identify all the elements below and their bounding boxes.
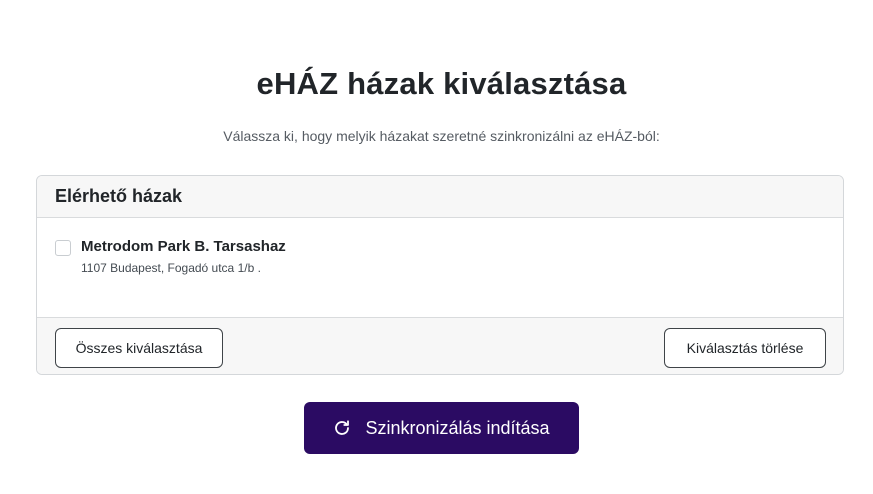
page: eHÁZ házak kiválasztása Válassza ki, hog…	[0, 0, 873, 494]
house-checkbox[interactable]	[55, 240, 71, 256]
select-all-button[interactable]: Összes kiválasztása	[55, 328, 223, 368]
house-text: Metrodom Park B. Tarsashaz 1107 Budapest…	[81, 238, 286, 275]
card-footer: Összes kiválasztása Kiválasztás törlése	[37, 318, 843, 374]
clear-selection-button[interactable]: Kiválasztás törlése	[664, 328, 826, 368]
house-item[interactable]: Metrodom Park B. Tarsashaz 1107 Budapest…	[55, 238, 286, 275]
refresh-icon	[333, 419, 351, 437]
house-name: Metrodom Park B. Tarsashaz	[81, 238, 286, 255]
available-houses-card: Elérhető házak Metrodom Park B. Tarsasha…	[36, 175, 844, 375]
card-header: Elérhető házak	[37, 176, 843, 218]
start-sync-button[interactable]: Szinkronizálás indítása	[304, 402, 579, 454]
start-sync-label: Szinkronizálás indítása	[365, 417, 550, 438]
page-title: eHÁZ házak kiválasztása	[256, 66, 627, 101]
houses-list: Metrodom Park B. Tarsashaz 1107 Budapest…	[37, 218, 843, 318]
house-address: 1107 Budapest, Fogadó utca 1/b .	[81, 261, 261, 275]
page-subtitle: Válassza ki, hogy melyik házakat szeretn…	[223, 128, 660, 144]
